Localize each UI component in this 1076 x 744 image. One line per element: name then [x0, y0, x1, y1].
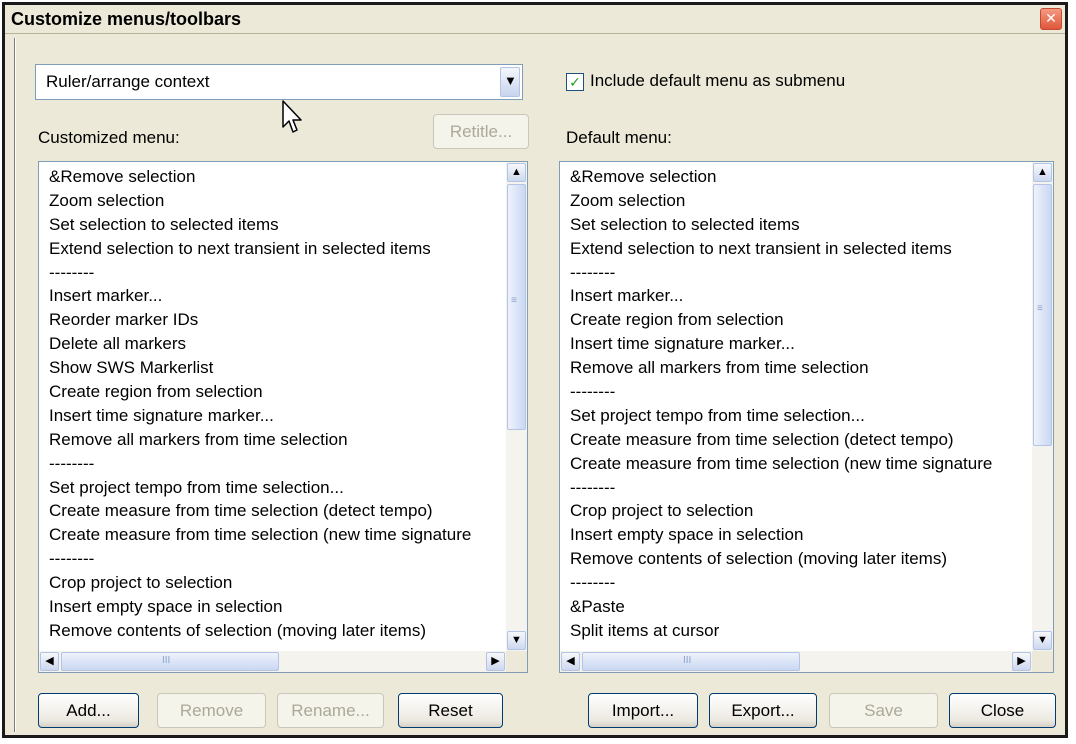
- scroll-down-icon[interactable]: ▼: [1033, 631, 1052, 650]
- customized-menu-items: &Remove selection Zoom selection Set selec…: [49, 165, 497, 643]
- list-item[interactable]: Show SWS Markerlist: [49, 356, 497, 380]
- rename-button[interactable]: Rename...: [277, 693, 384, 728]
- list-item[interactable]: Remove all markers from time selection: [570, 356, 1023, 380]
- list-item[interactable]: Insert empty space in selection: [570, 523, 1023, 547]
- list-item[interactable]: Set selection to selected items: [570, 213, 1023, 237]
- list-item[interactable]: Set selection to selected items: [49, 213, 497, 237]
- scroll-right-icon[interactable]: ▶: [486, 652, 505, 671]
- scroll-corner: [1032, 651, 1053, 672]
- list-item[interactable]: Crop project to selection: [570, 499, 1023, 523]
- default-vertical-scrollbar[interactable]: ▲ ≡ ▼: [1032, 162, 1053, 651]
- list-item[interactable]: Create measure from time selection (new …: [570, 452, 1023, 476]
- list-item[interactable]: Set project tempo from time selection...: [49, 476, 497, 500]
- list-item[interactable]: Create measure from time selection (dete…: [49, 499, 497, 523]
- close-button[interactable]: Close: [949, 693, 1056, 728]
- list-item[interactable]: --------: [570, 380, 1023, 404]
- retitle-button[interactable]: Retitle...: [433, 114, 529, 149]
- customized-menu-list[interactable]: &Remove selection Zoom selection Set selec…: [38, 161, 528, 673]
- list-item[interactable]: --------: [570, 571, 1023, 595]
- list-item[interactable]: --------: [570, 261, 1023, 285]
- chevron-down-icon: ▼: [504, 73, 517, 88]
- mouse-cursor-icon: [282, 100, 302, 133]
- list-item[interactable]: Create measure from time selection (new …: [49, 523, 497, 547]
- scroll-corner: [506, 651, 527, 672]
- list-item[interactable]: --------: [570, 476, 1023, 500]
- grip-icon: ≡: [1037, 303, 1043, 314]
- import-button[interactable]: Import...: [588, 693, 698, 728]
- scroll-right-icon[interactable]: ▶: [1012, 652, 1031, 671]
- frame-divider-highlight: [15, 38, 16, 732]
- scrollbar-thumb-horizontal[interactable]: III: [582, 652, 800, 671]
- grip-icon: ≡: [511, 295, 517, 306]
- dialog-title: Customize menus/toolbars: [11, 9, 242, 29]
- add-button[interactable]: Add...: [38, 693, 139, 728]
- default-menu-list[interactable]: &Remove selection Zoom selection Set selec…: [559, 161, 1054, 673]
- title-bar[interactable]: Customize menus/toolbars ✕: [5, 5, 1065, 34]
- list-item[interactable]: Delete all markers: [49, 332, 497, 356]
- list-item[interactable]: Set project tempo from time selection...: [570, 404, 1023, 428]
- scrollbar-thumb[interactable]: ≡: [507, 184, 526, 430]
- list-item[interactable]: Split items at cursor: [570, 619, 1023, 643]
- context-select[interactable]: Ruler/arrange context ▼: [35, 64, 523, 100]
- customized-horizontal-scrollbar[interactable]: ◀ III ▶: [39, 651, 506, 672]
- list-item[interactable]: --------: [49, 261, 497, 285]
- export-button[interactable]: Export...: [709, 693, 817, 728]
- scroll-left-icon[interactable]: ◀: [40, 652, 59, 671]
- scroll-up-icon[interactable]: ▲: [507, 163, 526, 182]
- list-item[interactable]: Insert empty space in selection: [49, 595, 497, 619]
- list-item[interactable]: &Remove selection: [570, 165, 1023, 189]
- list-item[interactable]: Remove all markers from time selection: [49, 428, 497, 452]
- scroll-up-icon[interactable]: ▲: [1033, 163, 1052, 182]
- customized-menu-label: Customized menu:: [38, 128, 180, 147]
- list-item[interactable]: Reorder marker IDs: [49, 308, 497, 332]
- grip-icon: III: [683, 655, 692, 666]
- list-item[interactable]: Insert marker...: [49, 284, 497, 308]
- close-icon[interactable]: ✕: [1040, 8, 1062, 30]
- list-item[interactable]: Zoom selection: [49, 189, 497, 213]
- list-item[interactable]: &Paste: [570, 595, 1023, 619]
- list-item[interactable]: Insert time signature marker...: [49, 404, 497, 428]
- customized-vertical-scrollbar[interactable]: ▲ ≡ ▼: [506, 162, 527, 651]
- list-item[interactable]: Insert time signature marker...: [570, 332, 1023, 356]
- list-item[interactable]: Crop project to selection: [49, 571, 497, 595]
- include-default-checkbox[interactable]: ✓: [566, 73, 584, 91]
- list-item[interactable]: Extend selection to next transient in se…: [49, 237, 497, 261]
- scrollbar-thumb-horizontal[interactable]: III: [61, 652, 279, 671]
- context-select-value: Ruler/arrange context: [46, 72, 210, 91]
- reset-button[interactable]: Reset: [398, 693, 503, 728]
- list-item[interactable]: --------: [49, 452, 497, 476]
- context-select-dropdown-button[interactable]: ▼: [500, 67, 520, 97]
- scroll-left-icon[interactable]: ◀: [561, 652, 580, 671]
- list-item[interactable]: &Remove selection: [49, 165, 497, 189]
- list-item[interactable]: Zoom selection: [570, 189, 1023, 213]
- grip-icon: III: [162, 655, 171, 666]
- remove-button[interactable]: Remove: [157, 693, 266, 728]
- scroll-down-icon[interactable]: ▼: [507, 631, 526, 650]
- list-item[interactable]: Remove contents of selection (moving lat…: [49, 619, 497, 643]
- default-menu-items: &Remove selection Zoom selection Set selec…: [570, 165, 1023, 643]
- include-default-label[interactable]: Include default menu as submenu: [590, 71, 845, 91]
- list-item[interactable]: Create measure from time selection (dete…: [570, 428, 1023, 452]
- scrollbar-thumb[interactable]: ≡: [1033, 184, 1052, 446]
- default-menu-label: Default menu:: [566, 128, 672, 147]
- list-item[interactable]: Extend selection to next transient in se…: [570, 237, 1023, 261]
- list-item[interactable]: Remove contents of selection (moving lat…: [570, 547, 1023, 571]
- default-horizontal-scrollbar[interactable]: ◀ III ▶: [560, 651, 1032, 672]
- list-item[interactable]: Create region from selection: [49, 380, 497, 404]
- list-item[interactable]: Insert marker...: [570, 284, 1023, 308]
- list-item[interactable]: --------: [49, 547, 497, 571]
- list-item[interactable]: Create region from selection: [570, 308, 1023, 332]
- save-button[interactable]: Save: [829, 693, 938, 728]
